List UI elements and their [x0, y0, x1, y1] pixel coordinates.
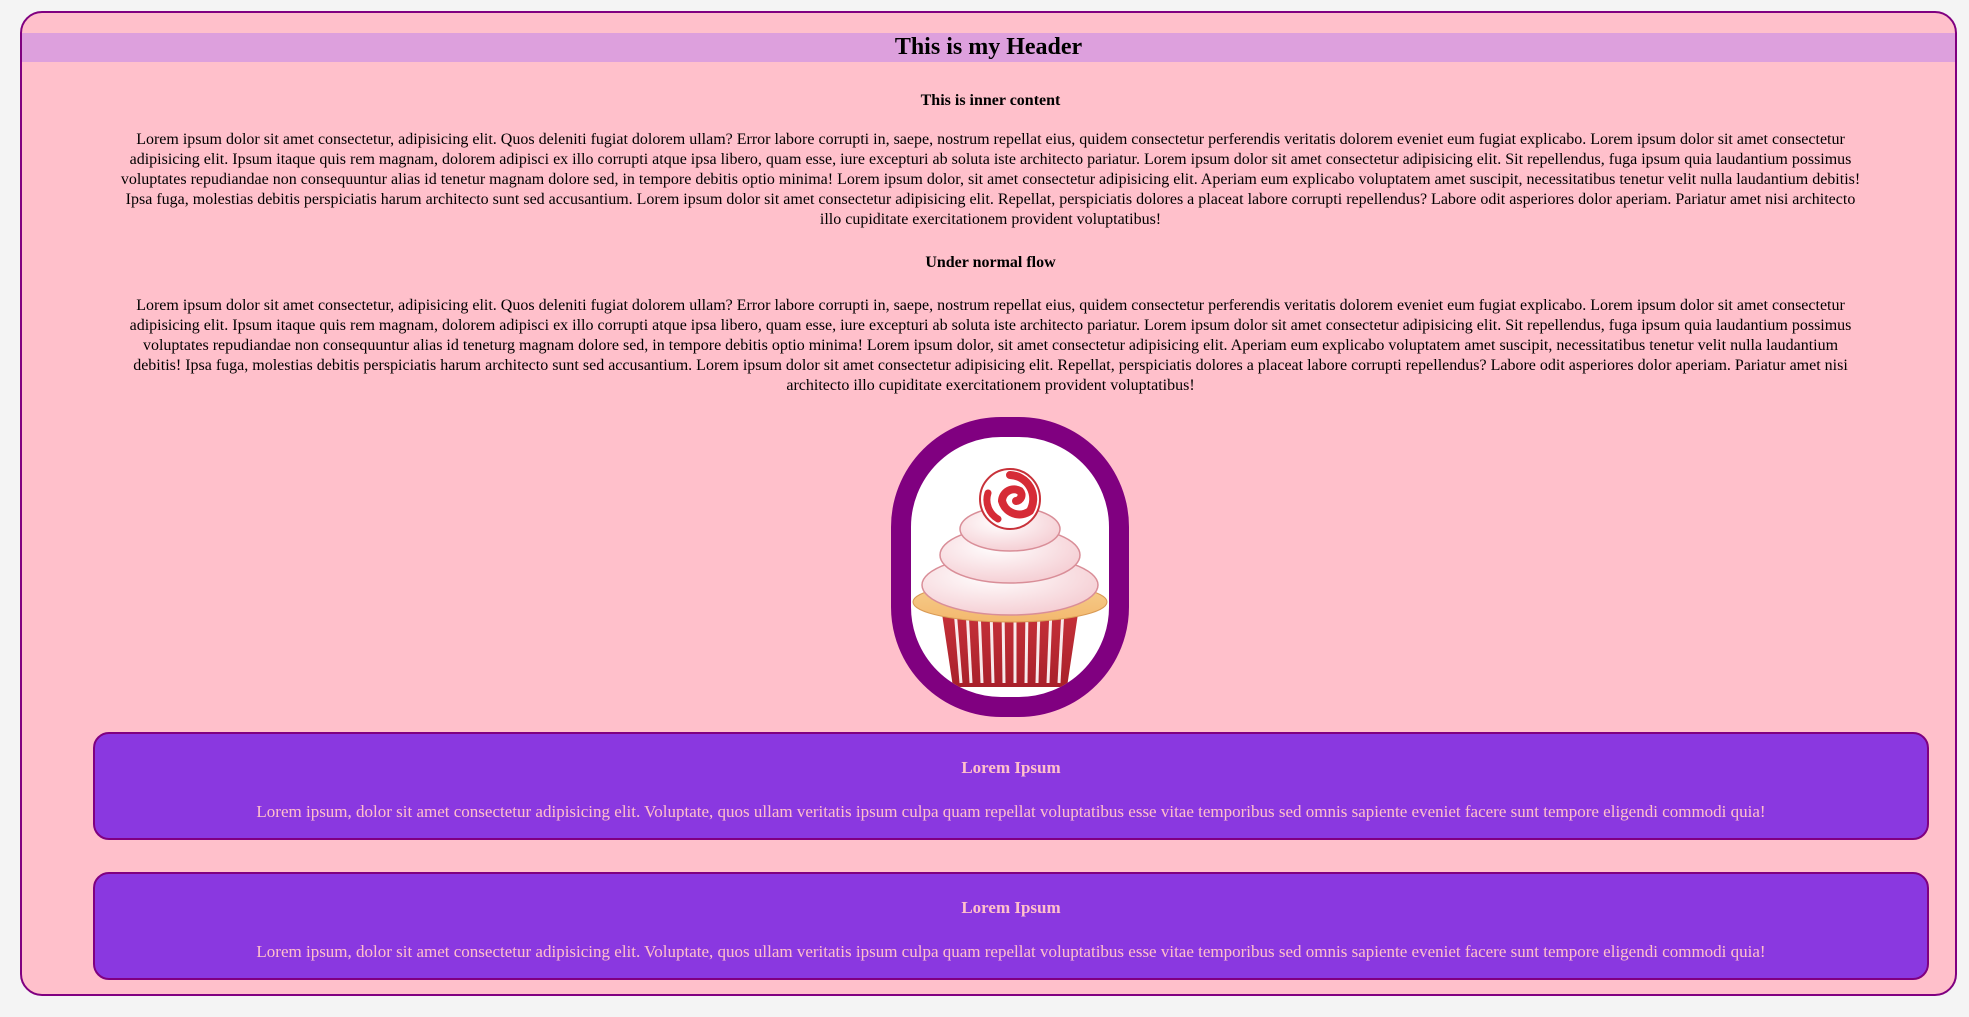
inner-content-paragraph: Lorem ipsum dolor sit amet consectetur, …	[120, 131, 1861, 228]
page-container: This is my Header This is inner content …	[20, 11, 1957, 996]
card-text: Lorem ipsum, dolor sit amet consectetur …	[256, 942, 1766, 961]
cupcake-illustration	[912, 468, 1108, 687]
card-title: Lorem Ipsum	[961, 758, 1061, 777]
card-text: Lorem ipsum, dolor sit amet consectetur …	[256, 802, 1766, 821]
info-card: Lorem Ipsum Lorem ipsum, dolor sit amet …	[93, 732, 1929, 840]
page-header: This is my Header	[22, 33, 1955, 62]
inner-content-heading: This is inner content	[920, 92, 1061, 109]
cupcake-image	[891, 417, 1129, 717]
page-title: This is my Header	[894, 34, 1083, 60]
normal-flow-paragraph: Lorem ipsum dolor sit amet consectetur, …	[129, 297, 1852, 394]
card-title: Lorem Ipsum	[961, 898, 1061, 917]
info-card: Lorem Ipsum Lorem ipsum, dolor sit amet …	[93, 872, 1929, 980]
normal-flow-heading: Under normal flow	[925, 254, 1056, 271]
